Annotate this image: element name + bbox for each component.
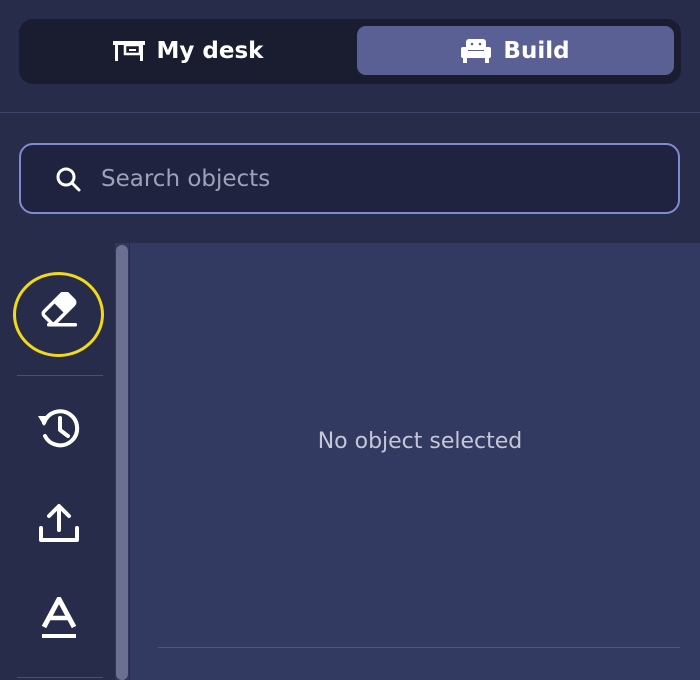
header-divider [0, 112, 700, 113]
text-icon [39, 596, 79, 645]
history-tool-button[interactable] [14, 391, 104, 471]
upload-icon [37, 502, 81, 550]
eraser-tool-button[interactable] [13, 272, 104, 357]
toolbar-divider [17, 677, 103, 678]
tab-my-desk[interactable]: My desk [27, 26, 349, 75]
search-icon [55, 166, 81, 192]
tool-sidebar [0, 243, 118, 680]
toolbar-divider [17, 375, 103, 376]
sofa-icon [461, 38, 492, 63]
toolbar-scrollbar-thumb[interactable] [116, 245, 128, 680]
highlight-ring [13, 272, 104, 357]
upload-tool-button[interactable] [14, 486, 104, 566]
mode-tabs: My desk Build [19, 19, 681, 84]
search-input[interactable] [99, 164, 623, 193]
tab-build[interactable]: Build [357, 26, 674, 75]
properties-panel: No object selected [130, 243, 700, 680]
tab-build-label: Build [503, 37, 570, 64]
history-icon [36, 406, 82, 456]
desk-icon [112, 40, 145, 61]
panel-divider [158, 647, 680, 648]
text-tool-button[interactable] [14, 581, 104, 661]
tab-my-desk-label: My desk [156, 37, 264, 64]
search-bar[interactable] [19, 143, 680, 214]
app-root: My desk Build Search objects No object s… [0, 0, 700, 680]
empty-state-message: No object selected [317, 429, 523, 454]
